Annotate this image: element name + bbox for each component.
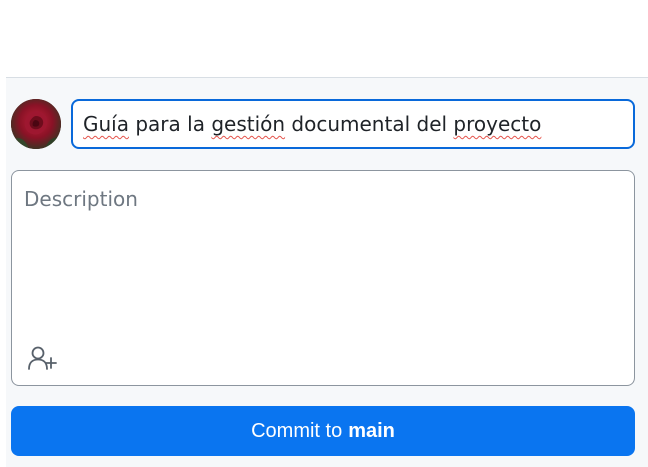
commit-description-input[interactable]: Description (11, 170, 635, 386)
top-blank-area (0, 0, 648, 77)
description-placeholder: Description (24, 187, 138, 211)
summary-text-4: documental del (285, 112, 454, 136)
user-avatar (11, 99, 61, 149)
summary-word-5: proyecto (453, 112, 542, 136)
person-add-icon (28, 346, 57, 370)
summary-text-2: para la (129, 112, 212, 136)
add-coauthor-button[interactable] (22, 341, 62, 375)
summary-word-3: gestión (211, 112, 286, 136)
commit-button[interactable]: Commit to main (11, 406, 635, 456)
summary-word-1: Guía (83, 112, 129, 136)
commit-summary-input[interactable]: Guía para la gestión documental del proy… (71, 99, 635, 149)
commit-branch-name: main (348, 419, 395, 442)
commit-button-prefix: Commit to (251, 419, 343, 442)
avatar-rose-image (11, 99, 61, 149)
